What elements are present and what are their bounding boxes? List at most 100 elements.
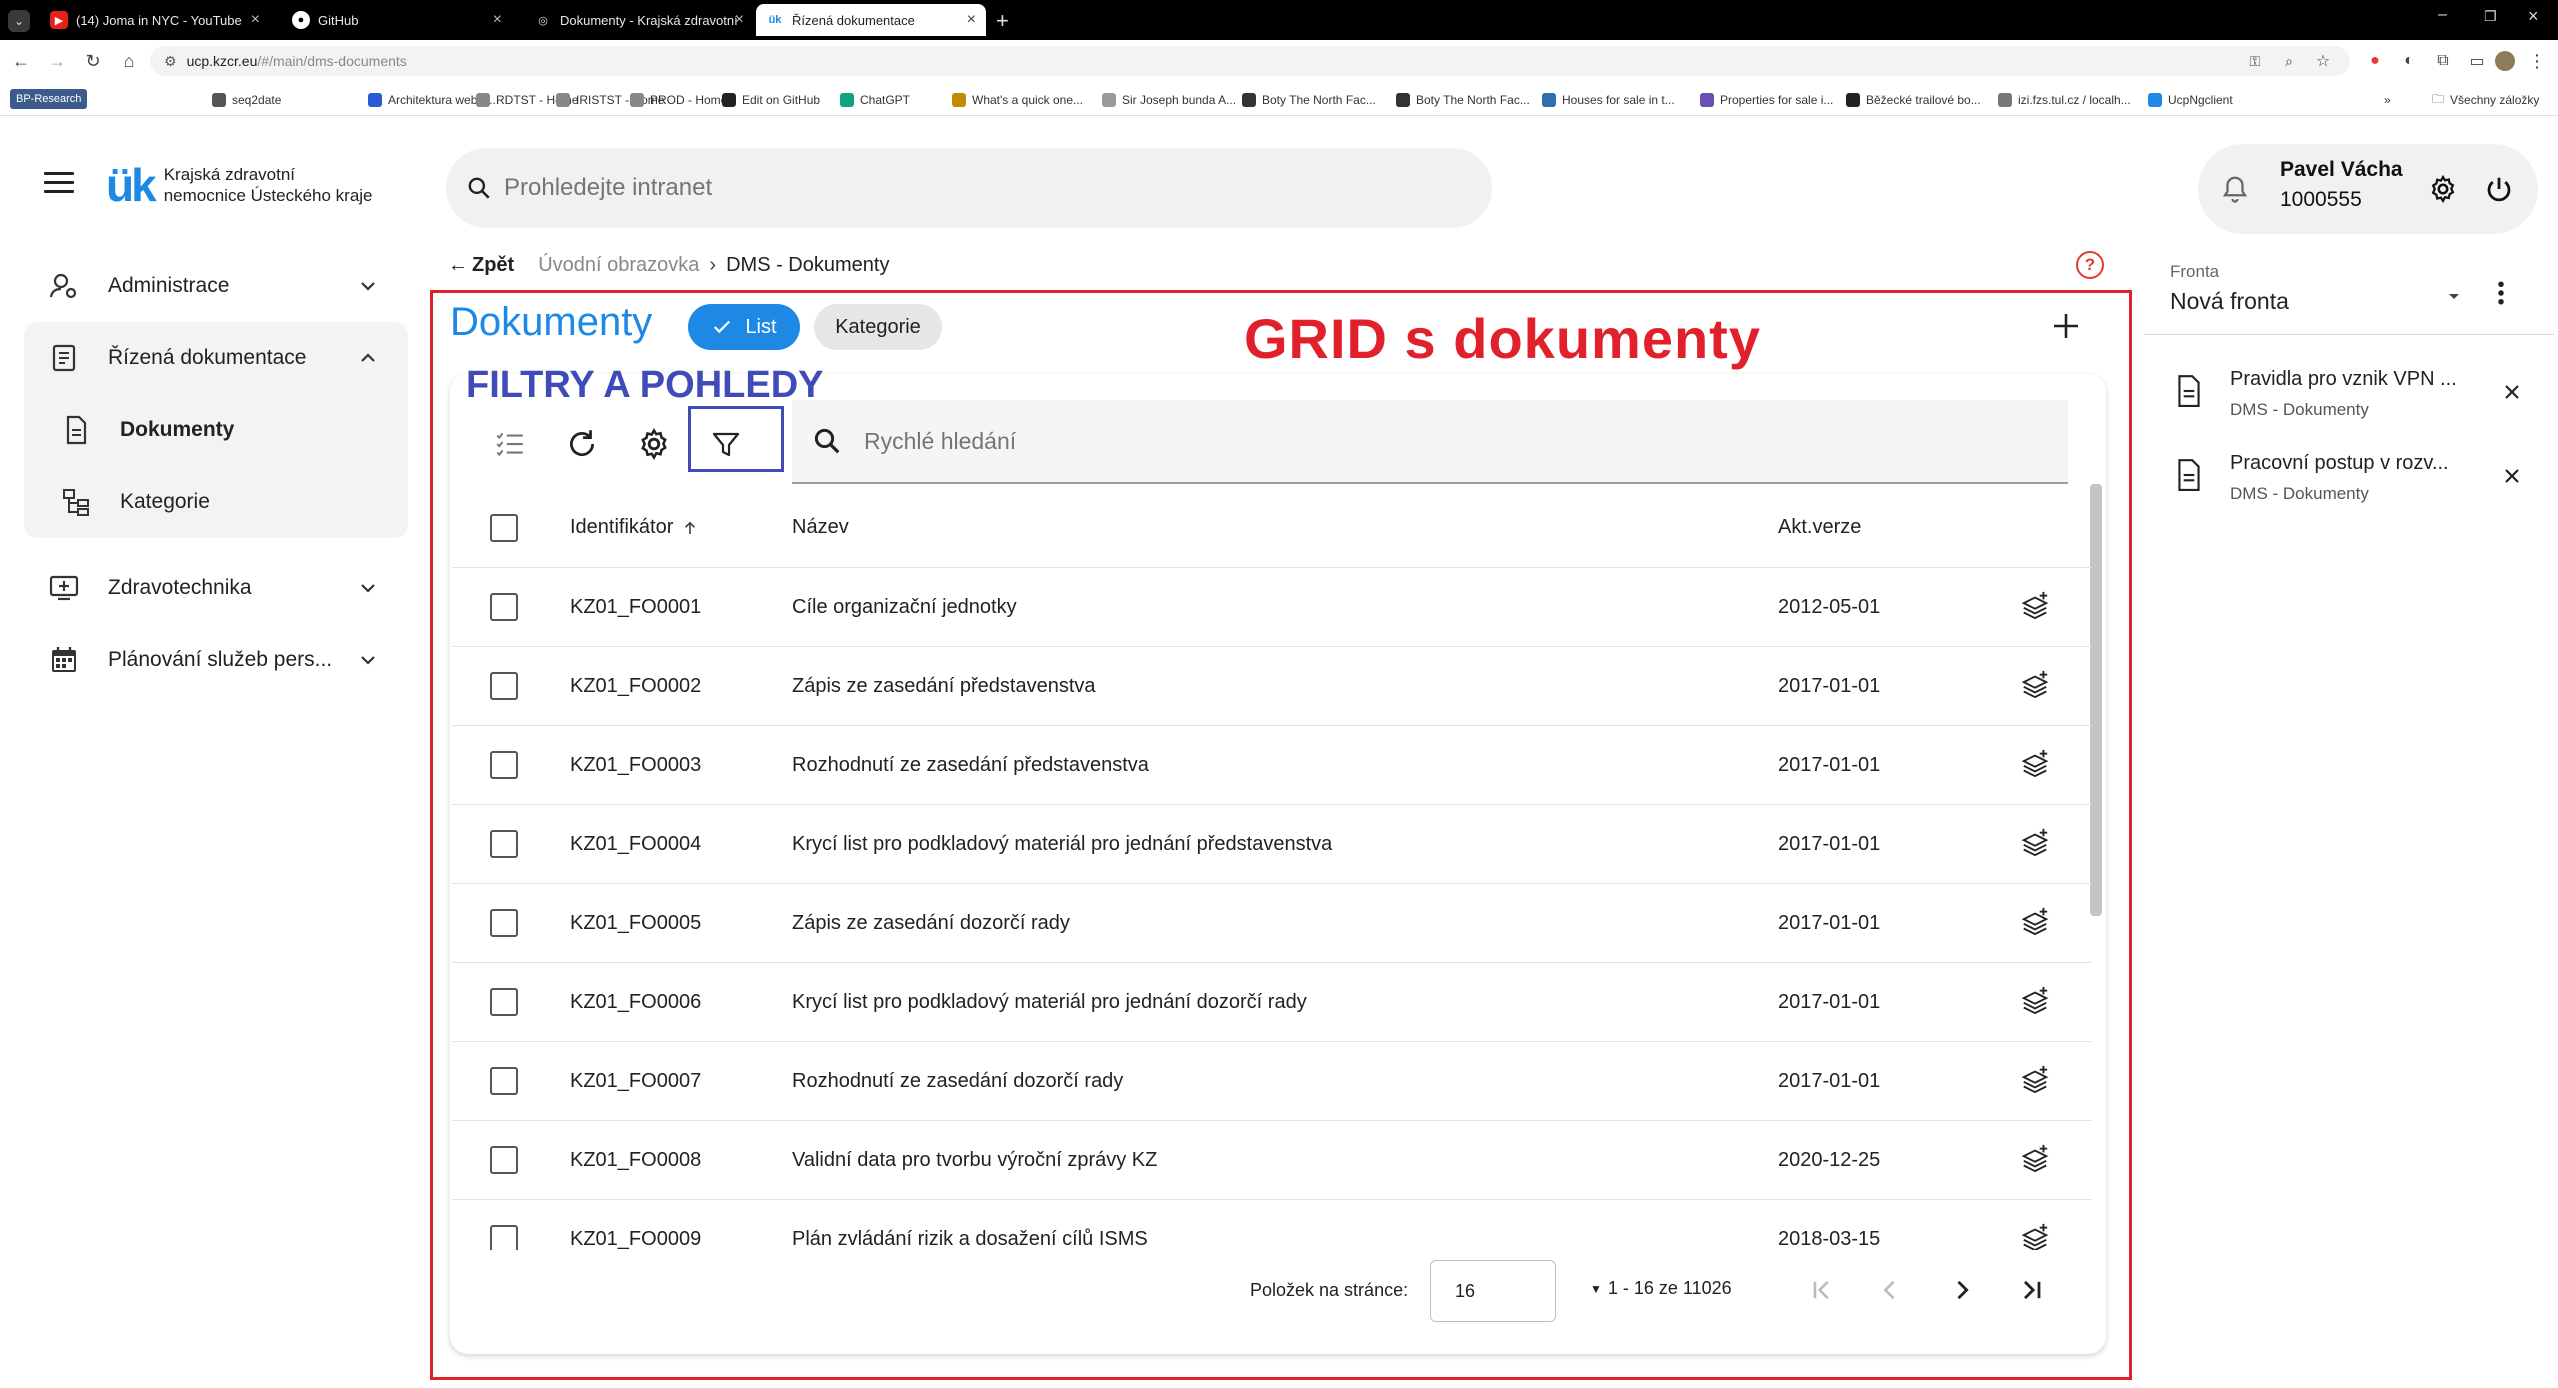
add-version-layers-icon[interactable] — [2020, 669, 2050, 699]
row-checkbox[interactable] — [490, 909, 518, 937]
bookmark-item[interactable]: Boty The North Fac... — [1242, 90, 1376, 110]
row-checkbox[interactable] — [490, 593, 518, 621]
browser-tab-youtube[interactable]: ▶ (14) Joma in NYC - YouTube × — [40, 4, 270, 36]
sidebar-panel-icon[interactable]: ▭ — [2466, 50, 2488, 72]
table-row[interactable]: KZ01_FO0007 Rozhodnutí ze zasedání dozorč… — [452, 1042, 2092, 1121]
caret-down-icon[interactable] — [2442, 284, 2466, 308]
quick-search-input[interactable] — [864, 427, 1964, 455]
new-tab-icon[interactable]: + — [996, 8, 1009, 34]
sidebar-item-rizena-dokumentace[interactable]: Řízená dokumentace — [24, 328, 408, 388]
row-checkbox[interactable] — [490, 830, 518, 858]
sidebar-item-planovani[interactable]: Plánování služeb pers... — [24, 630, 408, 690]
refresh-icon[interactable] — [562, 424, 602, 464]
close-tab-icon[interactable]: × — [735, 11, 744, 29]
quick-search[interactable] — [792, 400, 2068, 484]
bookmark-item[interactable]: seq2date — [212, 90, 281, 110]
bookmark-item[interactable]: What's a quick one... — [952, 90, 1083, 110]
page-size-select[interactable]: 16 — [1430, 1260, 1556, 1322]
close-window-icon[interactable]: × — [2528, 6, 2539, 27]
table-row[interactable]: KZ01_FO0005 Zápis ze zasedání dozorčí rad… — [452, 884, 2092, 963]
table-row[interactable]: KZ01_FO0002 Zápis ze zasedání představens… — [452, 647, 2092, 726]
first-page-icon[interactable] — [1808, 1276, 1836, 1304]
key-icon[interactable]: ⚿ — [2244, 50, 2266, 72]
view-chip-kategorie[interactable]: Kategorie — [814, 304, 942, 350]
table-row[interactable]: KZ01_FO0004 Krycí list pro podkladový mat… — [452, 805, 2092, 884]
table-row[interactable]: KZ01_FO0008 Validní data pro tvorbu výroč… — [452, 1121, 2092, 1200]
close-tab-icon[interactable]: × — [493, 11, 502, 29]
browser-tab-dokumenty[interactable]: ◎ Dokumenty - Krajská zdravotní × — [524, 4, 754, 36]
help-icon[interactable]: ? — [2076, 251, 2104, 279]
add-version-layers-icon[interactable] — [2020, 590, 2050, 620]
more-vertical-icon[interactable] — [2486, 278, 2516, 308]
add-version-layers-icon[interactable] — [2020, 1222, 2050, 1250]
row-checkbox[interactable] — [490, 672, 518, 700]
checklist-icon[interactable] — [490, 424, 530, 464]
bookmark-item[interactable]: Běžecké trailové bo... — [1846, 90, 1981, 110]
restore-icon[interactable]: ❐ — [2484, 8, 2497, 25]
reload-icon[interactable]: ↻ — [82, 50, 104, 72]
table-row[interactable]: KZ01_FO0001 Cíle organizační jednotky 2012… — [452, 568, 2092, 647]
queue-item[interactable]: Pravidla pro vznik VPN ... DMS - Dokument… — [2174, 360, 2544, 430]
view-chip-list[interactable]: List — [688, 304, 800, 350]
row-checkbox[interactable] — [490, 988, 518, 1016]
site-info-icon[interactable]: ⚙ — [164, 53, 177, 70]
add-version-layers-icon[interactable] — [2020, 985, 2050, 1015]
url-field[interactable]: ⚙ ucp.kzcr.eu /#/main/dms-documents — [150, 46, 2350, 76]
row-checkbox[interactable] — [490, 751, 518, 779]
next-page-icon[interactable] — [1948, 1276, 1976, 1304]
caret-down-icon[interactable]: ▼ — [1590, 1282, 1602, 1296]
sidebar-item-kategorie[interactable]: Kategorie — [24, 472, 408, 532]
column-header-name[interactable]: Název — [792, 516, 849, 539]
bookmark-item[interactable]: UcpNgclient — [2148, 90, 2233, 110]
bookmark-star-icon[interactable]: ☆ — [2312, 50, 2334, 72]
sidebar-item-zdravotechnika[interactable]: Zdravotechnika — [24, 558, 408, 618]
table-row[interactable]: KZ01_FO0003 Rozhodnutí ze zasedání předst… — [452, 726, 2092, 805]
extension-icon[interactable]: ⧉ — [2432, 50, 2454, 72]
bookmark-item[interactable]: Boty The North Fac... — [1396, 90, 1530, 110]
menu-icon[interactable] — [44, 172, 74, 194]
bookmark-bp-research[interactable]: BP-Research — [10, 89, 88, 109]
close-icon[interactable] — [2500, 464, 2524, 488]
browser-menu-icon[interactable]: ⋮ — [2526, 50, 2548, 72]
select-all-checkbox[interactable] — [490, 514, 518, 542]
tab-search-button[interactable]: ⌄ — [8, 10, 30, 32]
close-tab-icon[interactable]: × — [251, 11, 260, 29]
row-checkbox[interactable] — [490, 1067, 518, 1095]
bookmark-item[interactable]: izi.fzs.tul.cz / localh... — [1998, 90, 2131, 110]
browser-tab-github[interactable]: ● GitHub × — [282, 4, 512, 36]
all-bookmarks-folder[interactable]: 🗀 Všechny záložky — [2432, 90, 2539, 110]
bell-icon[interactable] — [2220, 174, 2250, 204]
add-version-layers-icon[interactable] — [2020, 827, 2050, 857]
bookmarks-overflow-icon[interactable]: » — [2384, 90, 2391, 110]
column-header-version[interactable]: Akt.verze — [1778, 516, 1861, 539]
table-row[interactable]: KZ01_FO0006 Krycí list pro podkladový mat… — [452, 963, 2092, 1042]
back-link[interactable]: ← Zpět — [448, 254, 514, 277]
profile-avatar-icon[interactable] — [2494, 50, 2516, 72]
sidebar-item-administrace[interactable]: Administrace — [24, 256, 408, 316]
forward-icon[interactable]: → — [46, 50, 68, 72]
bookmark-item[interactable]: Houses for sale in t... — [1542, 90, 1675, 110]
home-icon[interactable]: ⌂ — [118, 50, 140, 72]
add-icon[interactable] — [2050, 310, 2082, 342]
close-icon[interactable] — [2500, 380, 2524, 404]
search-input[interactable] — [504, 174, 1404, 202]
power-icon[interactable] — [2484, 174, 2514, 204]
breadcrumb-home[interactable]: Úvodní obrazovka — [538, 254, 699, 277]
add-version-layers-icon[interactable] — [2020, 748, 2050, 778]
table-row[interactable]: KZ01_FO0009 Plán zvládání rizik a dosažen… — [452, 1200, 2092, 1250]
queue-item[interactable]: Pracovní postup v rozv... DMS - Dokumenty — [2174, 444, 2544, 514]
previous-page-icon[interactable] — [1876, 1276, 1904, 1304]
bookmark-item[interactable]: ChatGPT — [840, 90, 910, 110]
settings-gear-icon[interactable] — [634, 424, 674, 464]
intranet-search[interactable] — [446, 148, 1492, 228]
sidebar-item-dokumenty[interactable]: Dokumenty — [24, 400, 408, 460]
add-version-layers-icon[interactable] — [2020, 1064, 2050, 1094]
close-tab-icon[interactable]: × — [967, 11, 976, 29]
queue-select[interactable]: Nová fronta — [2170, 288, 2289, 315]
back-icon[interactable]: ← — [10, 50, 32, 72]
zoom-icon[interactable]: ⌕ — [2278, 50, 2300, 72]
add-version-layers-icon[interactable] — [2020, 906, 2050, 936]
last-page-icon[interactable] — [2018, 1276, 2046, 1304]
bookmark-item[interactable]: PROD - Home — [630, 90, 727, 110]
row-checkbox[interactable] — [490, 1146, 518, 1174]
